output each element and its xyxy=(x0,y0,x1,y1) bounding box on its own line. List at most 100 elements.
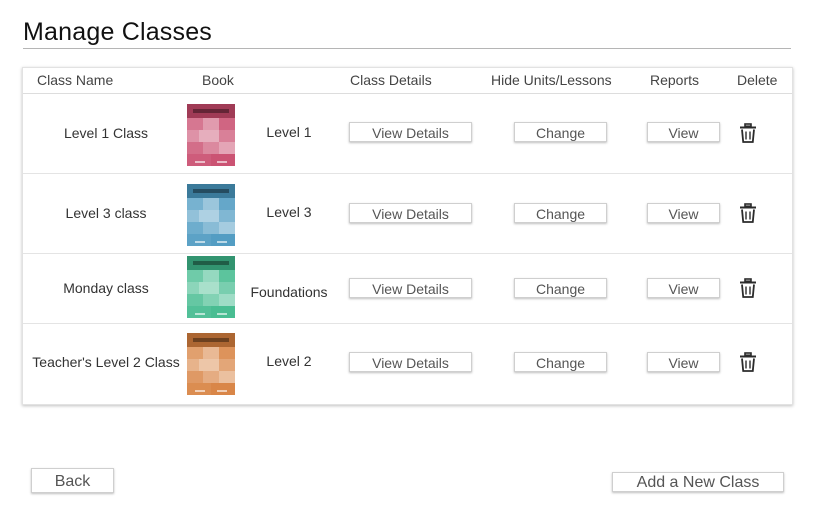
book-cover-block xyxy=(199,210,219,222)
table-row: Level 3 class Level 3 View Details Chang… xyxy=(23,174,792,254)
view-details-button[interactable]: View Details xyxy=(349,352,472,372)
book-cover-block xyxy=(219,210,235,222)
view-report-button[interactable]: View xyxy=(647,122,720,142)
view-details-button[interactable]: View Details xyxy=(349,203,472,223)
trash-icon[interactable] xyxy=(739,203,757,223)
book-cover-footer-mark xyxy=(195,390,205,392)
book-cover-block xyxy=(219,359,235,371)
book-cover-block xyxy=(187,359,199,371)
change-hidden-units-button[interactable]: Change xyxy=(514,352,607,372)
book-cover-image xyxy=(187,104,235,166)
title-divider xyxy=(23,48,791,49)
page-title: Manage Classes xyxy=(23,18,213,46)
book-cover-block xyxy=(219,198,235,210)
book-cover-title-bar xyxy=(193,261,229,265)
book-cover-block xyxy=(211,154,235,166)
trash-glyph xyxy=(740,123,756,143)
book-cover-footer-mark xyxy=(217,313,227,315)
header-book: Book xyxy=(202,72,234,88)
book-cover-block xyxy=(187,142,203,154)
book-cover-block xyxy=(187,270,203,282)
book-cover-block xyxy=(199,359,219,371)
book-cover-block xyxy=(199,130,219,142)
trash-glyph xyxy=(740,278,756,298)
book-cover-block xyxy=(203,270,219,282)
view-report-button[interactable]: View xyxy=(647,352,720,372)
book-name: Level 1 xyxy=(266,124,312,140)
book-cover-block xyxy=(199,282,219,294)
book-cover-block xyxy=(203,371,219,383)
book-cover-block xyxy=(219,130,235,142)
table-row: Teacher's Level 2 Class Level 2 View Det… xyxy=(23,324,792,404)
header-hide-units: Hide Units/Lessons xyxy=(491,72,612,88)
book-cover-block xyxy=(203,347,219,359)
book-cover-block xyxy=(187,347,203,359)
book-cover-block xyxy=(219,142,235,154)
book-cover-block xyxy=(219,282,235,294)
header-class-name: Class Name xyxy=(37,72,114,88)
book-cover-block xyxy=(187,383,211,395)
book-cover-title-bar xyxy=(193,109,229,113)
book-cover-block xyxy=(187,222,203,234)
book-cover-block xyxy=(203,198,219,210)
book-cover-block xyxy=(203,118,219,130)
header-reports: Reports xyxy=(650,72,700,88)
book-cover-image xyxy=(187,256,235,318)
class-name: Level 3 class xyxy=(65,205,147,221)
change-hidden-units-button[interactable]: Change xyxy=(514,278,607,298)
change-hidden-units-button[interactable]: Change xyxy=(514,203,607,223)
trash-icon[interactable] xyxy=(739,123,757,143)
trash-icon[interactable] xyxy=(739,278,757,298)
header-delete: Delete xyxy=(737,72,778,88)
book-cover-block xyxy=(219,270,235,282)
book-cover-block xyxy=(187,198,203,210)
book-name: Level 3 xyxy=(266,204,312,220)
book-cover-block xyxy=(211,306,235,318)
book-cover-block xyxy=(187,234,211,246)
book-cover-block xyxy=(211,234,235,246)
book-cover-block xyxy=(187,371,203,383)
book-cover-block xyxy=(187,210,199,222)
book-cover-footer-mark xyxy=(195,241,205,243)
book-cover-title-bar xyxy=(193,189,229,193)
classes-table: Class Name Book Class Details Hide Units… xyxy=(22,67,793,405)
book-cover-block xyxy=(187,154,211,166)
book-cover-title-bar xyxy=(193,338,229,342)
book-cover-block xyxy=(187,118,203,130)
trash-glyph xyxy=(740,203,756,223)
trash-icon[interactable] xyxy=(739,352,757,372)
table-header: Class Name Book Class Details Hide Units… xyxy=(23,68,792,94)
book-cover-footer-mark xyxy=(217,390,227,392)
book-cover-image xyxy=(187,184,235,246)
book-cover-block xyxy=(187,130,199,142)
add-new-class-button[interactable]: Add a New Class xyxy=(612,472,784,492)
table-row: Level 1 Class Level 1 View Details Chang… xyxy=(23,94,792,174)
book-cover-block xyxy=(203,142,219,154)
book-cover-block xyxy=(211,383,235,395)
change-hidden-units-button[interactable]: Change xyxy=(514,122,607,142)
book-name: Foundations xyxy=(250,284,328,300)
view-details-button[interactable]: View Details xyxy=(349,278,472,298)
book-cover-block xyxy=(187,282,199,294)
book-cover-block xyxy=(219,118,235,130)
table-row: Monday class Foundations View Details Ch… xyxy=(23,254,792,324)
view-details-button[interactable]: View Details xyxy=(349,122,472,142)
book-cover-block xyxy=(219,347,235,359)
header-class-details: Class Details xyxy=(350,72,432,88)
class-name: Teacher's Level 2 Class xyxy=(32,354,180,370)
book-cover-block xyxy=(219,371,235,383)
view-report-button[interactable]: View xyxy=(647,278,720,298)
back-button[interactable]: Back xyxy=(31,468,114,493)
book-cover-block xyxy=(203,222,219,234)
book-cover-footer-mark xyxy=(217,241,227,243)
view-report-button[interactable]: View xyxy=(647,203,720,223)
book-cover-image xyxy=(187,333,235,395)
book-name: Level 2 xyxy=(266,353,312,369)
book-cover-block xyxy=(203,294,219,306)
trash-glyph xyxy=(740,352,756,372)
book-cover-footer-mark xyxy=(217,161,227,163)
class-name: Monday class xyxy=(63,280,149,296)
book-cover-block xyxy=(219,222,235,234)
book-cover-block xyxy=(219,294,235,306)
book-cover-footer-mark xyxy=(195,161,205,163)
